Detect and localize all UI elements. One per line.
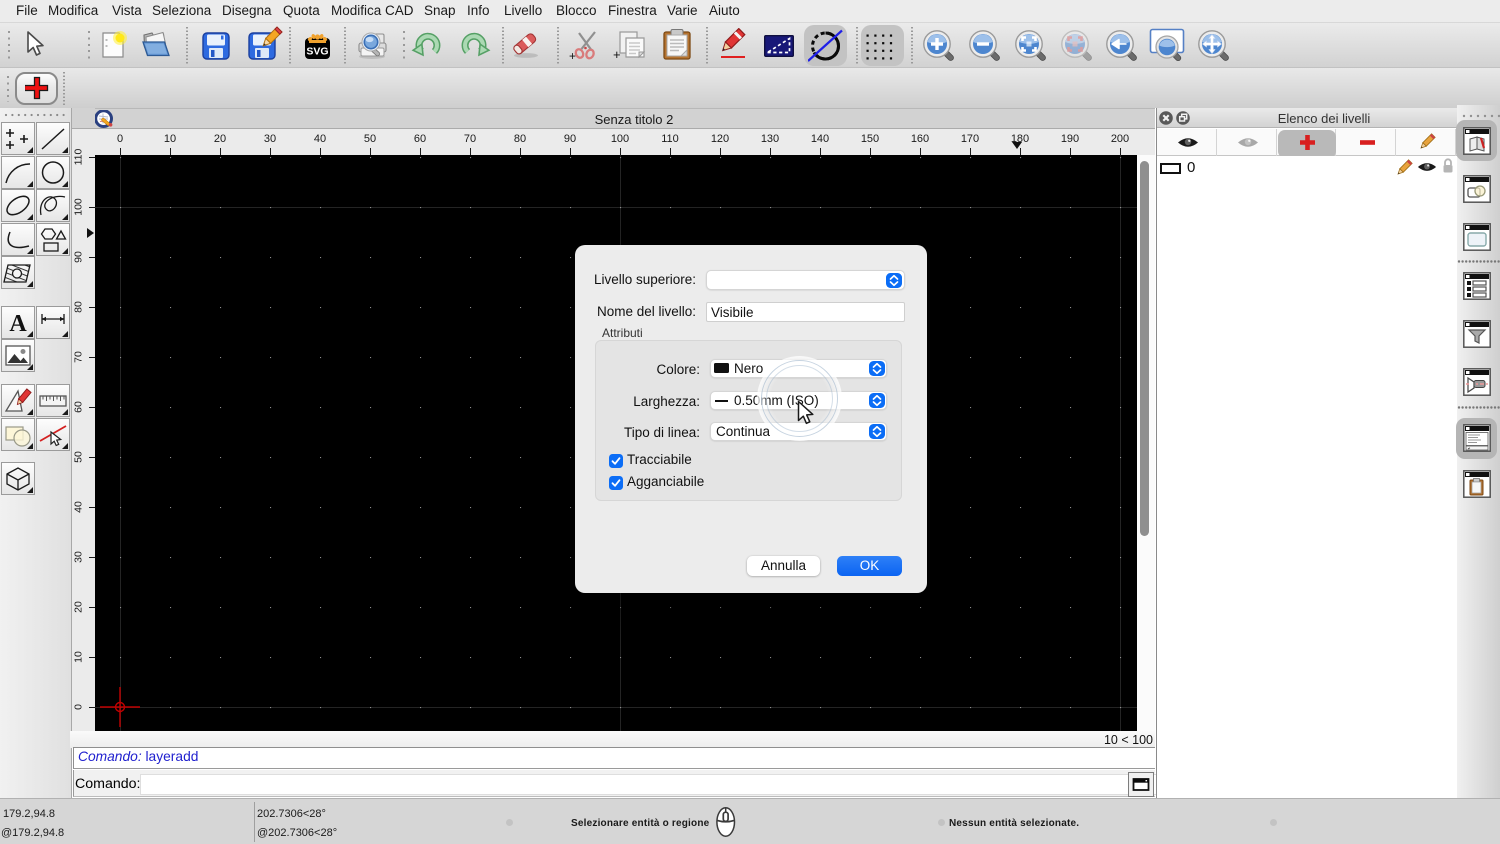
svg-text:20: 20 (73, 601, 85, 613)
svg-text:40: 40 (73, 501, 85, 513)
svg-text:110: 110 (73, 148, 85, 165)
svg-text:80: 80 (73, 301, 85, 313)
svg-text:0: 0 (73, 704, 85, 710)
svg-text:A: A (9, 311, 27, 337)
svg-text:50: 50 (73, 451, 85, 463)
svg-text:30: 30 (73, 551, 85, 563)
svg-text:SVG: SVG (306, 46, 328, 58)
svg-text:+: + (569, 49, 576, 61)
svg-text:70: 70 (73, 351, 85, 363)
svg-text:100: 100 (73, 198, 85, 216)
svg-text:90: 90 (73, 251, 85, 263)
svg-text:10: 10 (73, 651, 85, 663)
svg-text:+: + (613, 47, 621, 61)
svg-text:60: 60 (73, 401, 85, 413)
